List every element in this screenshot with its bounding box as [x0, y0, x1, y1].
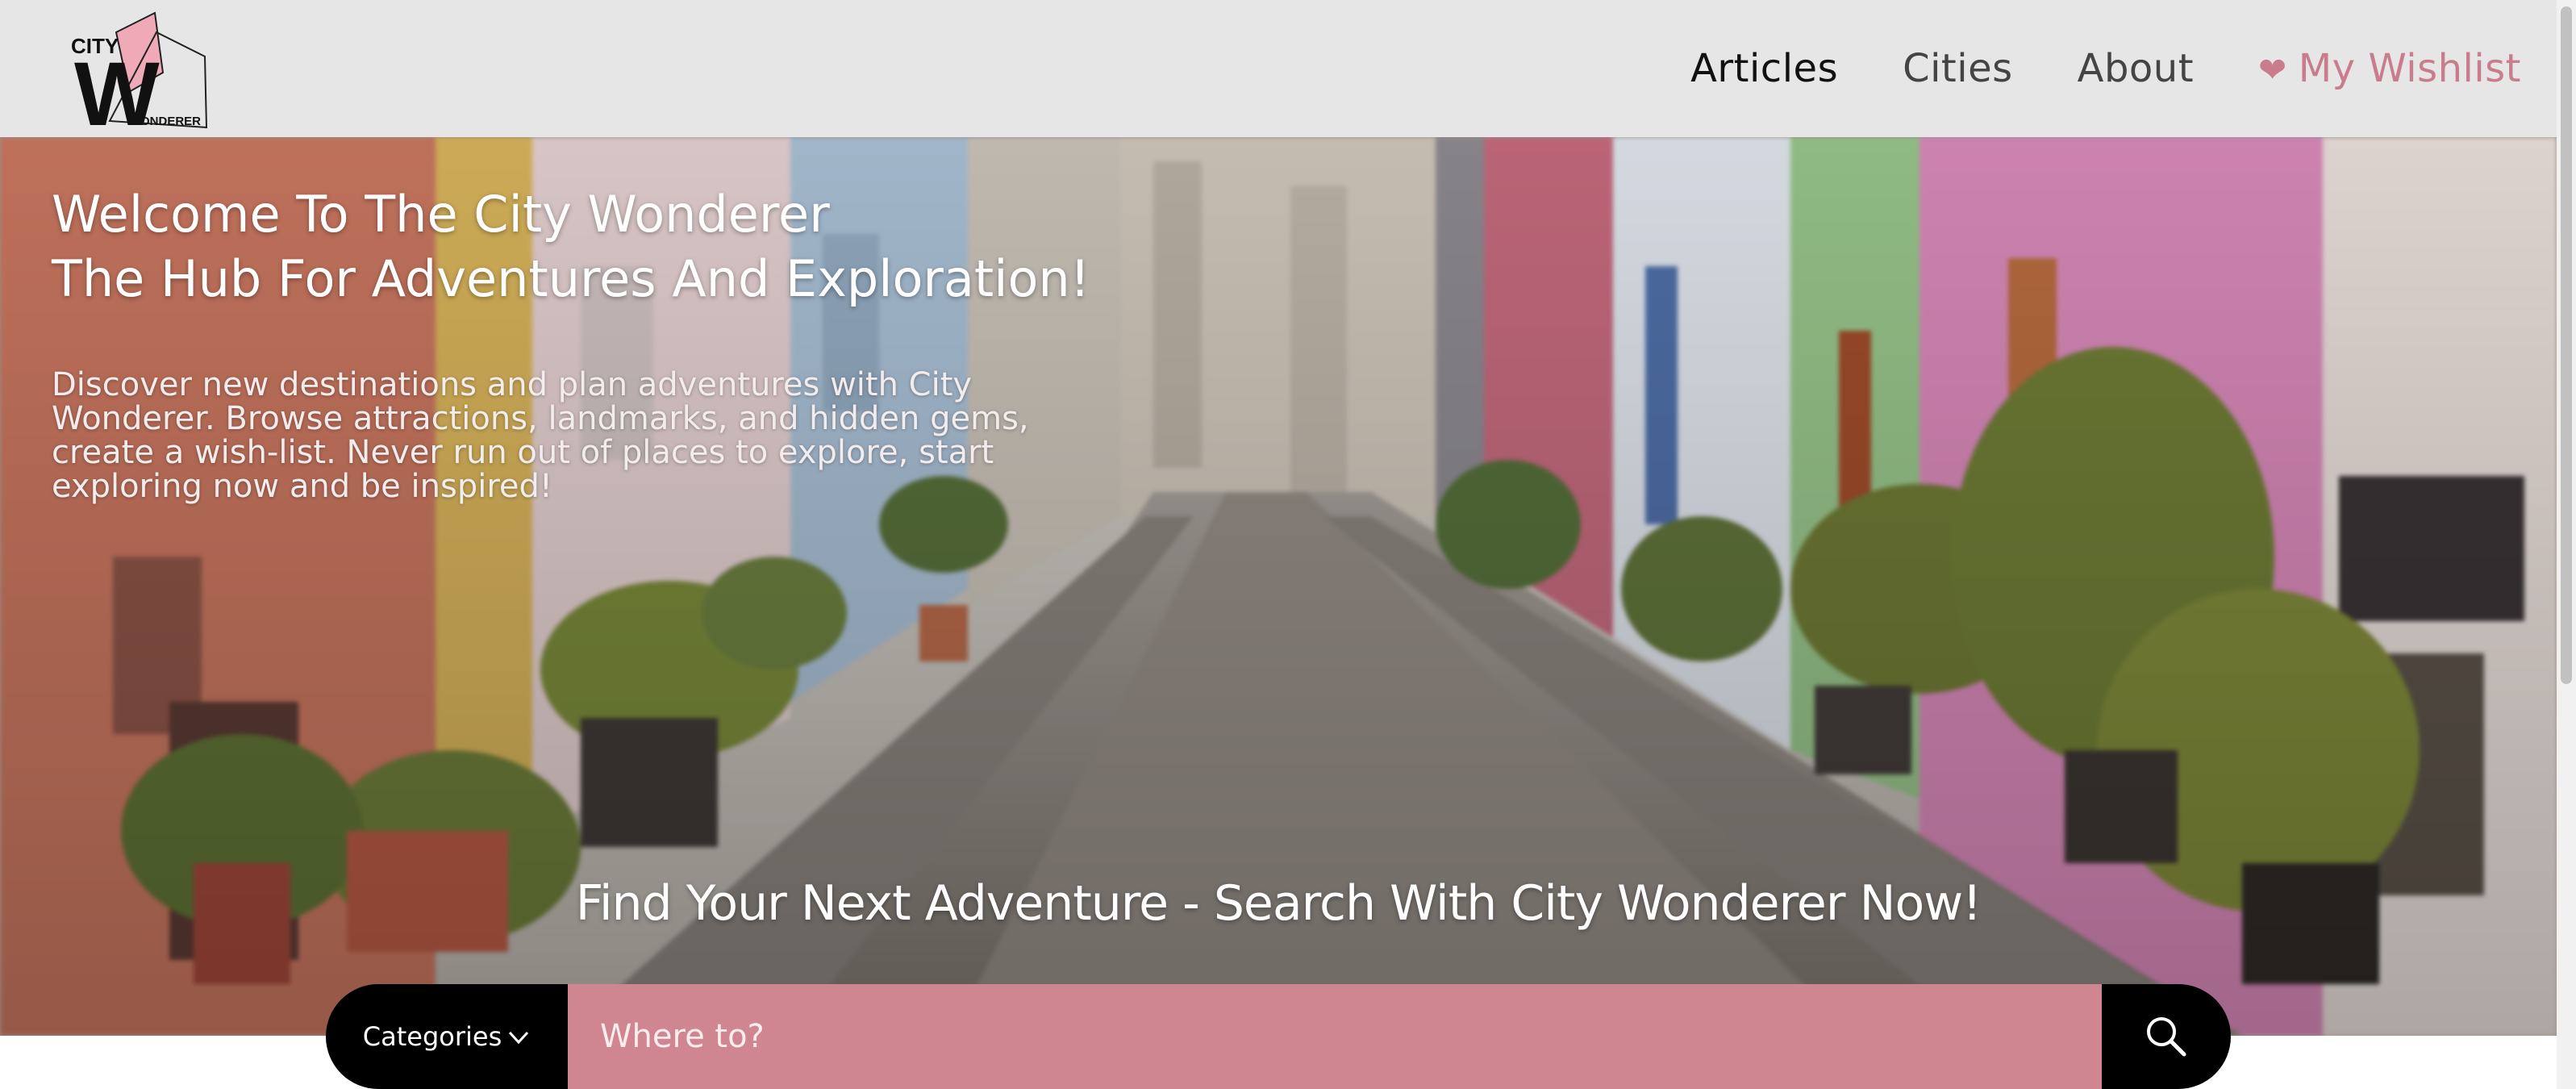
chevron-down-icon: [509, 1031, 529, 1045]
city-wonderer-logo[interactable]: CITY W ONDERER: [68, 8, 213, 144]
page-scrollbar[interactable]: [2557, 0, 2576, 1089]
hero-banner: Welcome To The City Wonderer The Hub For…: [0, 137, 2557, 1036]
nav-articles[interactable]: Articles: [1690, 46, 1838, 91]
scrollbar-thumb[interactable]: [2561, 6, 2572, 684]
search-bar: Categories: [326, 984, 2231, 1089]
logo-text-onderer: ONDERER: [140, 115, 201, 128]
nav-my-wishlist[interactable]: ❤ My Wishlist: [2258, 46, 2521, 91]
search-input[interactable]: [568, 984, 2102, 1089]
nav-about[interactable]: About: [2078, 46, 2194, 91]
nav-cities[interactable]: Cities: [1903, 46, 2013, 91]
site-header: CITY W ONDERER Articles Cities About ❤ My…: [0, 0, 2557, 144]
hero-title-line-2: The Hub For Adventures And Exploration!: [52, 249, 1090, 308]
hero-title: Welcome To The City Wonderer The Hub For…: [52, 182, 1090, 311]
hero-tagline: Find Your Next Adventure - Search With C…: [575, 875, 1982, 932]
search-button[interactable]: [2102, 984, 2231, 1089]
wishlist-label: My Wishlist: [2298, 46, 2521, 91]
heart-icon: ❤: [2258, 50, 2287, 90]
search-icon: [2147, 1017, 2186, 1057]
hero-title-line-1: Welcome To The City Wonderer: [52, 185, 830, 244]
hero-description: Discover new destinations and plan adven…: [52, 366, 1029, 505]
categories-dropdown[interactable]: Categories: [326, 984, 568, 1089]
categories-label: Categories: [362, 1021, 502, 1052]
main-nav: Articles Cities About ❤ My Wishlist: [1626, 0, 2521, 137]
